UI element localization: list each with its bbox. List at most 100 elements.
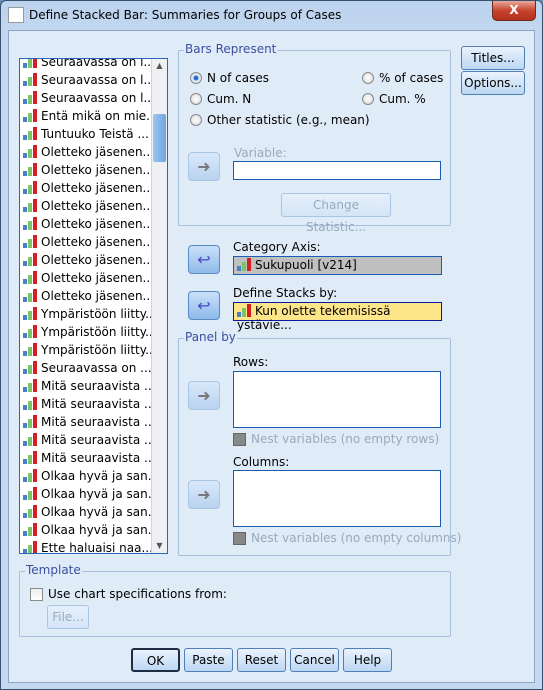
cancel-button[interactable]: Cancel	[290, 648, 339, 672]
radio-icon[interactable]	[362, 72, 374, 84]
file-button[interactable]: File...	[47, 605, 89, 629]
ok-button[interactable]: OK	[131, 648, 180, 672]
list-item-label: Tuntuuko Teistä ...	[41, 127, 149, 141]
move-rows-button[interactable]: ➜	[188, 381, 220, 410]
app-icon	[8, 7, 24, 23]
list-item[interactable]: Oletteko jäsenen...	[20, 233, 167, 251]
arrow-right-icon: ➜	[197, 485, 211, 504]
list-item-label: Ympäristöön liitty...	[41, 343, 157, 357]
scroll-down-icon[interactable]: ▼	[152, 539, 167, 553]
define-stacks-field[interactable]: Kun olette tekemisissä ystävie...	[233, 302, 442, 332]
nest-rows-checkbox[interactable]: Nest variables (no empty rows)	[233, 432, 439, 446]
list-item[interactable]: Seuraavassa on l...	[20, 71, 167, 89]
list-item[interactable]: Ette haluaisi naa...	[20, 539, 167, 554]
checkbox-icon[interactable]	[233, 432, 246, 446]
nominal-variable-icon	[23, 163, 38, 176]
scroll-up-icon[interactable]: ▲	[152, 59, 167, 73]
move-variable-button[interactable]: ➜	[188, 152, 220, 181]
variable-field[interactable]	[233, 161, 441, 180]
titles-button[interactable]: Titles...	[461, 46, 525, 70]
move-stacks-button[interactable]: ↩	[188, 291, 220, 320]
define-stacks-label: Define Stacks by:	[233, 286, 338, 300]
list-item[interactable]: Mitä seuraavista ...	[20, 377, 167, 395]
columns-field[interactable]	[233, 470, 441, 527]
list-item[interactable]: Mitä seuraavista ...	[20, 413, 167, 431]
list-item[interactable]: Oletteko jäsenen...	[20, 143, 167, 161]
list-item[interactable]: Olkaa hyvä ja san...	[20, 503, 167, 521]
scroll-thumb[interactable]	[153, 114, 166, 162]
paste-button[interactable]: Paste	[184, 648, 233, 672]
list-item-label: Olkaa hyvä ja san...	[41, 487, 160, 501]
nominal-variable-icon	[23, 451, 38, 464]
list-item[interactable]: Seuraavassa on l...	[20, 89, 167, 107]
radio-icon[interactable]	[190, 114, 202, 126]
list-item[interactable]: Mitä seuraavista ...	[20, 449, 167, 467]
checkbox-label: Nest variables (no empty rows)	[251, 432, 440, 446]
reset-button[interactable]: Reset	[237, 648, 286, 672]
radio-cum-n[interactable]: Cum. N	[190, 92, 251, 106]
nominal-variable-icon	[23, 379, 38, 392]
move-category-axis-button[interactable]: ↩	[188, 245, 220, 274]
change-statistic-button[interactable]: Change Statistic...	[281, 193, 391, 234]
nominal-variable-icon	[23, 307, 38, 320]
radio-pct-of-cases[interactable]: % of cases	[362, 71, 443, 85]
variable-list[interactable]: Seuraavassa on l... Seuraavassa on l... Se…	[19, 58, 168, 554]
list-item[interactable]: Olkaa hyvä ja san...	[20, 521, 167, 539]
list-item[interactable]: Oletteko jäsenen...	[20, 161, 167, 179]
nominal-variable-icon	[237, 304, 252, 317]
list-item-label: Oletteko jäsenen...	[41, 289, 154, 303]
list-item[interactable]: Olkaa hyvä ja san...	[20, 485, 167, 503]
radio-cum-pct[interactable]: Cum. %	[362, 92, 426, 106]
checkbox-icon[interactable]	[30, 587, 43, 601]
nominal-variable-icon	[23, 289, 38, 302]
group-legend: Template	[25, 563, 82, 577]
list-item[interactable]: Ympäristöön liitty...	[20, 305, 167, 323]
radio-n-of-cases[interactable]: N of cases	[190, 71, 269, 85]
category-axis-label: Category Axis:	[233, 240, 321, 254]
list-item[interactable]: Mitä seuraavista ...	[20, 431, 167, 449]
nominal-variable-icon	[23, 487, 38, 500]
list-item[interactable]: Seuraavassa on l...	[20, 58, 167, 71]
nominal-variable-icon	[23, 505, 38, 518]
radio-icon[interactable]	[362, 93, 374, 105]
list-item-label: Olkaa hyvä ja san...	[41, 505, 160, 519]
nest-columns-checkbox[interactable]: Nest variables (no empty columns)	[233, 531, 461, 545]
help-button[interactable]: Help	[343, 648, 392, 672]
list-item[interactable]: Oletteko jäsenen...	[20, 215, 167, 233]
list-item-label: Seuraavassa on l...	[41, 58, 155, 69]
nominal-variable-icon	[23, 91, 38, 104]
rows-field[interactable]	[233, 371, 441, 428]
list-item[interactable]: Oletteko jäsenen...	[20, 269, 167, 287]
list-item-label: Oletteko jäsenen...	[41, 163, 154, 177]
list-item[interactable]: Olkaa hyvä ja san...	[20, 467, 167, 485]
list-scrollbar[interactable]: ▲ ▼	[151, 59, 167, 553]
nominal-variable-icon	[23, 109, 38, 122]
use-chart-spec-checkbox[interactable]: Use chart specifications from:	[30, 587, 227, 601]
list-item[interactable]: Oletteko jäsenen...	[20, 251, 167, 269]
list-item[interactable]: Oletteko jäsenen...	[20, 287, 167, 305]
nominal-variable-icon	[23, 343, 38, 356]
options-button[interactable]: Options...	[461, 71, 525, 95]
list-item[interactable]: Mitä seuraavista ...	[20, 395, 167, 413]
list-item-label: Seuraavassa on ...	[41, 361, 152, 375]
list-item-label: Oletteko jäsenen...	[41, 217, 154, 231]
list-item-label: Ette haluaisi naa...	[41, 541, 153, 554]
arrow-left-icon: ↩	[197, 250, 211, 269]
list-item[interactable]: Ympäristöön liitty...	[20, 341, 167, 359]
list-item[interactable]: Oletteko jäsenen...	[20, 179, 167, 197]
radio-other-statistic[interactable]: Other statistic (e.g., mean)	[190, 113, 370, 127]
list-item-label: Oletteko jäsenen...	[41, 271, 154, 285]
list-item[interactable]: Tuntuuko Teistä ...	[20, 125, 167, 143]
close-button[interactable]: X	[492, 1, 536, 21]
radio-icon[interactable]	[190, 72, 202, 84]
group-legend: Panel by	[184, 330, 237, 344]
radio-icon[interactable]	[190, 93, 202, 105]
list-item[interactable]: Seuraavassa on ...	[20, 359, 167, 377]
list-item-label: Seuraavassa on l...	[41, 91, 155, 105]
list-item[interactable]: Entä mikä on mie...	[20, 107, 167, 125]
category-axis-field[interactable]: Sukupuoli [v214]	[233, 256, 442, 275]
move-columns-button[interactable]: ➜	[188, 480, 220, 509]
checkbox-icon[interactable]	[233, 531, 246, 545]
list-item[interactable]: Ympäristöön liitty...	[20, 323, 167, 341]
list-item[interactable]: Oletteko jäsenen...	[20, 197, 167, 215]
